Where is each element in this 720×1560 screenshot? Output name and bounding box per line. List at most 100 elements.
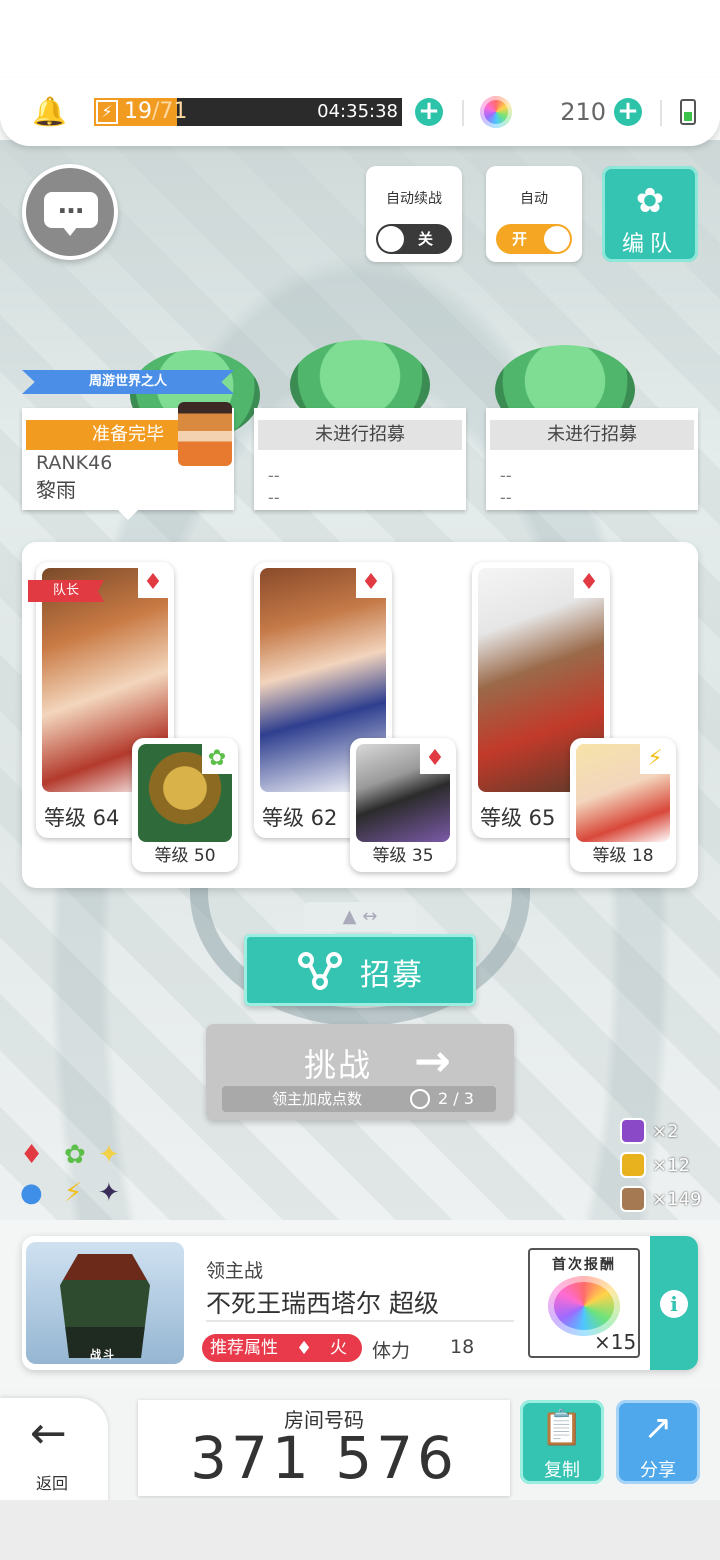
info-icon: i — [660, 1290, 688, 1318]
add-stamina-button[interactable]: + — [415, 98, 443, 126]
item-count: ×149 — [652, 1189, 702, 1210]
party-slot-2[interactable]: 未进行招募 -- -- — [254, 408, 466, 510]
room-number: 371 576 — [190, 1424, 458, 1492]
fire-attribute-icon: ♦ — [420, 744, 450, 774]
share-button[interactable]: ↗ 分享 — [616, 1400, 700, 1484]
reward-count: ×15 — [594, 1330, 637, 1354]
recommended-attribute-value: 火 — [330, 1338, 347, 1358]
leaf-attribute-icon: ✿ — [202, 744, 232, 774]
character-level: 等级 18 — [592, 846, 654, 866]
lord-bonus-value: 2 / 3 — [438, 1089, 474, 1108]
character-card-sub-2[interactable]: ♦ 等级 35 — [350, 738, 456, 872]
divider — [660, 100, 662, 126]
footer-area — [0, 1500, 720, 1560]
auto-continue-state: 关 — [418, 230, 434, 248]
divider — [206, 1320, 514, 1322]
copy-button[interactable]: 📋 复制 — [520, 1400, 604, 1484]
player-name: 黎雨 — [36, 478, 76, 502]
stamina-value: 19/71 — [124, 99, 188, 124]
arrow-left-icon: ← — [30, 1408, 67, 1459]
fire-attribute-icon: ♦ — [296, 1338, 313, 1359]
challenge-label: 挑战 — [304, 1046, 373, 1084]
stamina-cost-label: 体力 — [372, 1340, 411, 1362]
water-element-icon: ● — [20, 1178, 43, 1208]
share-icon: ↗ — [643, 1408, 673, 1448]
fire-attribute-icon: ♦ — [356, 568, 386, 598]
fire-attribute-icon: ♦ — [138, 568, 168, 598]
auto-continue-switch[interactable]: 关 — [376, 224, 452, 254]
rainbow-gem-icon — [480, 96, 512, 128]
slot-line-2: -- — [268, 488, 280, 507]
chat-icon: … — [44, 192, 98, 228]
bonus-point-icon — [410, 1089, 430, 1109]
character-level: 等级 50 — [154, 846, 216, 866]
item-count: ×12 — [652, 1155, 690, 1176]
copy-label: 复制 — [544, 1460, 580, 1481]
top-background — [0, 0, 720, 80]
player-avatar — [178, 402, 232, 466]
item-count-row: ×2 — [620, 1118, 679, 1146]
switch-knob — [544, 226, 570, 252]
chat-icon-tail — [62, 226, 78, 236]
battle-tag: 战斗 — [90, 1348, 116, 1361]
team-formation-label: 编队 — [621, 232, 678, 257]
add-gems-button[interactable]: + — [614, 98, 642, 126]
dark-element-icon: ✦ — [98, 1178, 120, 1208]
lord-bonus-label: 领主加成点数 — [272, 1090, 363, 1108]
auto-continue-label: 自动续战 — [386, 191, 442, 207]
character-level: 等级 62 — [262, 806, 338, 830]
character-level: 等级 64 — [44, 806, 120, 830]
recommended-attribute-label: 推荐属性 — [210, 1338, 278, 1358]
character-level: 等级 65 — [480, 806, 556, 830]
light-element-icon: ✦ — [98, 1140, 120, 1170]
player-rank: RANK46 — [36, 452, 113, 474]
boss-battle-type: 领主战 — [206, 1260, 264, 1282]
share-nodes-icon — [298, 952, 342, 990]
battery-icon — [680, 99, 696, 125]
back-label: 返回 — [36, 1474, 69, 1493]
item-count-row: ×12 — [620, 1152, 690, 1180]
divider — [462, 100, 464, 126]
lightning-element-icon: ⚡ — [64, 1178, 83, 1208]
auto-state: 开 — [512, 230, 528, 248]
mini-toolbar: ▲ ↔ — [304, 902, 416, 932]
character-card-sub-1[interactable]: ✿ 等级 50 — [132, 738, 238, 872]
slot-line-1: -- — [268, 466, 280, 485]
lightning-attribute-icon: ⚡ — [640, 744, 670, 774]
first-reward-title: 首次报酬 — [552, 1257, 616, 1273]
gold-token-icon — [620, 1152, 646, 1178]
auto-label: 自动 — [520, 191, 548, 207]
not-recruited-status: 未进行招募 — [490, 420, 694, 450]
player-title-banner: 周游世界之人 — [22, 370, 234, 394]
leaf-element-icon: ✿ — [64, 1140, 86, 1170]
item-count: ×2 — [652, 1121, 679, 1142]
team-icon: ✿ — [635, 181, 665, 221]
character-level: 等级 35 — [372, 846, 434, 866]
leader-tag: 队长 — [28, 580, 104, 602]
not-recruited-status: 未进行招募 — [258, 420, 462, 450]
bronze-token-icon — [620, 1186, 646, 1212]
clipboard-icon: 📋 — [540, 1408, 584, 1448]
character-card-sub-3[interactable]: ⚡ 等级 18 — [570, 738, 676, 872]
stamina-timer: 04:35:38 — [317, 101, 398, 122]
fire-attribute-icon: ♦ — [574, 568, 604, 598]
bell-icon[interactable]: 🔔 — [32, 96, 67, 128]
slot-line-1: -- — [500, 466, 512, 485]
item-count-row: ×149 — [620, 1186, 701, 1214]
boss-name: 不死王瑞西塔尔 超级 — [206, 1289, 439, 1318]
slot-line-2: -- — [500, 488, 512, 507]
auto-switch[interactable]: 开 — [496, 224, 572, 254]
switch-knob — [378, 226, 404, 252]
boss-figure — [60, 1254, 150, 1358]
lightning-icon: ⚡ — [96, 100, 118, 124]
party-slot-3[interactable]: 未进行招募 -- -- — [486, 408, 698, 510]
rainbow-gem-icon — [548, 1276, 620, 1336]
arrow-right-icon: → — [414, 1036, 451, 1087]
purple-token-icon — [620, 1118, 646, 1144]
recruit-label: 招募 — [360, 958, 424, 993]
gem-count: 210 — [560, 98, 606, 126]
slot-pointer — [116, 508, 140, 520]
fire-element-icon: ♦ — [20, 1140, 44, 1170]
share-label: 分享 — [640, 1460, 676, 1481]
stamina-cost-value: 18 — [450, 1336, 475, 1358]
